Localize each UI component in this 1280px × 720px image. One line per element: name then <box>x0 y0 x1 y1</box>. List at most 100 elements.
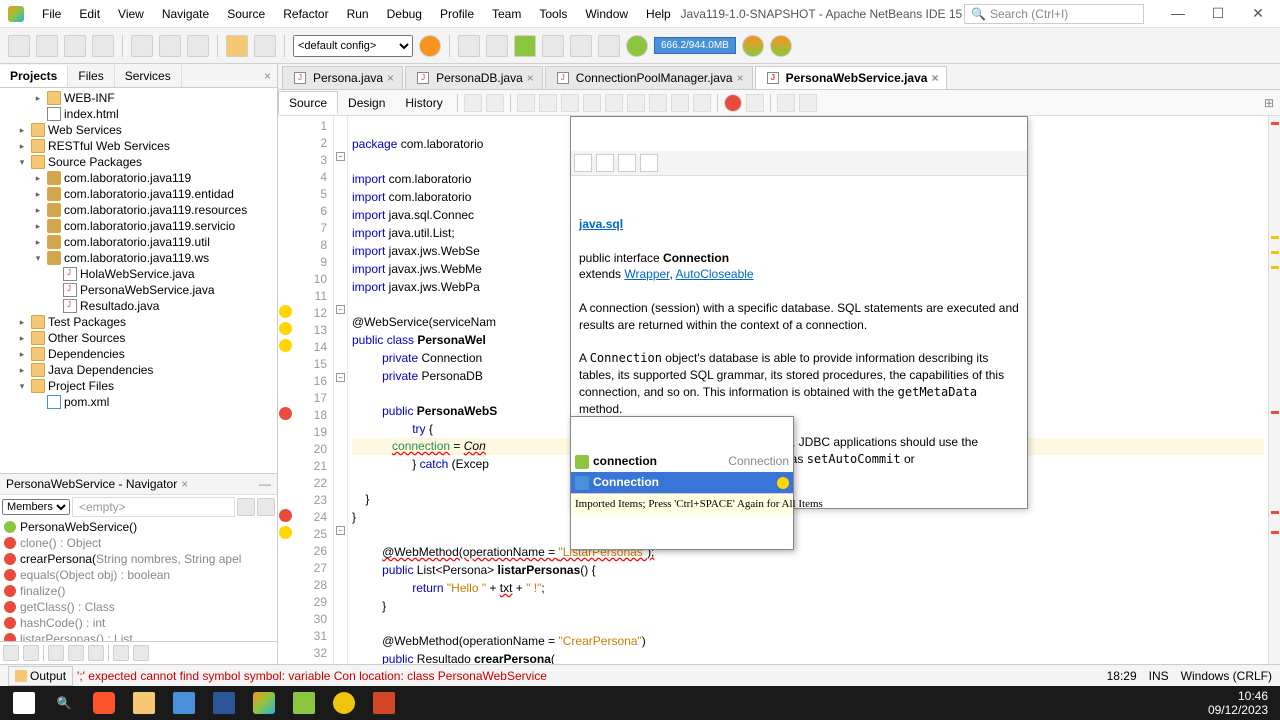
tree-item[interactable]: ▸Web Services <box>0 122 277 138</box>
global-search[interactable]: 🔍 Search (Ctrl+I) <box>964 4 1144 24</box>
tree-item[interactable]: index.html <box>0 106 277 122</box>
menu-file[interactable]: File <box>34 3 69 25</box>
hint-bulb-icon[interactable] <box>279 339 292 352</box>
minimize-button[interactable]: — <box>1164 5 1192 22</box>
menu-team[interactable]: Team <box>484 3 529 25</box>
open-project-button[interactable] <box>64 35 86 57</box>
config-select[interactable]: <default config> <box>293 35 413 57</box>
ed-tool-3[interactable] <box>561 94 579 112</box>
cut-button[interactable] <box>131 35 153 57</box>
menu-help[interactable]: Help <box>638 3 679 25</box>
error-mark[interactable] <box>1271 511 1279 514</box>
hint-bulb-icon[interactable] <box>279 322 292 335</box>
tree-item[interactable]: Resultado.java <box>0 298 277 314</box>
file-tab[interactable]: ConnectionPoolManager.java× <box>545 66 753 89</box>
search-button[interactable]: 🔍 <box>44 688 84 718</box>
undo-button[interactable] <box>226 35 248 57</box>
task-app2[interactable] <box>284 688 324 718</box>
fold-toggle[interactable]: − <box>336 305 345 314</box>
close-button[interactable]: ✕ <box>1244 5 1272 22</box>
output-button[interactable]: Output <box>8 666 73 686</box>
tree-item[interactable]: ▸com.laboratorio.java119.util <box>0 234 277 250</box>
reload-button[interactable] <box>598 35 620 57</box>
run-button[interactable] <box>514 35 536 57</box>
tree-item[interactable]: ▸Dependencies <box>0 346 277 362</box>
system-clock[interactable]: 10:46 09/12/2023 <box>1208 689 1276 718</box>
ed-nav-fwd[interactable] <box>486 94 504 112</box>
tree-item[interactable]: ▾com.laboratorio.java119.ws <box>0 250 277 266</box>
file-tab[interactable]: Persona.java× <box>282 66 403 89</box>
autocloseable-link[interactable]: AutoCloseable <box>676 267 754 281</box>
nav-tool-2[interactable] <box>23 645 39 661</box>
navigator-members-list[interactable]: PersonaWebService()clone() : Objectcrear… <box>0 519 277 641</box>
ed-tool-2[interactable] <box>539 94 557 112</box>
new-file-button[interactable] <box>8 35 30 57</box>
new-project-button[interactable] <box>36 35 58 57</box>
design-tab[interactable]: Design <box>338 92 395 114</box>
jd-back-button[interactable] <box>574 154 592 172</box>
ed-tool-10[interactable] <box>777 94 795 112</box>
tab-close-icon[interactable]: × <box>527 71 534 85</box>
fold-toggle[interactable]: − <box>336 152 345 161</box>
task-powerpoint[interactable] <box>364 688 404 718</box>
gc-button[interactable] <box>742 35 764 57</box>
code-content[interactable]: package com.laboratorio import com.labor… <box>348 116 1268 664</box>
redo-button[interactable] <box>254 35 276 57</box>
navigator-filter-select[interactable]: Members <box>2 499 70 515</box>
hint-bulb-icon[interactable] <box>279 526 292 539</box>
ed-record-macro[interactable] <box>724 94 742 112</box>
error-glyph-icon[interactable] <box>279 407 292 420</box>
ed-tool-9[interactable] <box>693 94 711 112</box>
menu-navigate[interactable]: Navigate <box>154 3 217 25</box>
navigator-sort-button[interactable] <box>257 498 275 516</box>
save-all-button[interactable] <box>92 35 114 57</box>
warning-mark[interactable] <box>1271 236 1279 239</box>
ed-stop-macro[interactable] <box>746 94 764 112</box>
stop-button[interactable] <box>626 35 648 57</box>
proj-tab-projects[interactable]: Projects <box>0 65 68 87</box>
nav-member[interactable]: PersonaWebService() <box>0 519 277 535</box>
task-explorer[interactable] <box>124 688 164 718</box>
hint-bulb-icon[interactable] <box>279 305 292 318</box>
task-app3[interactable] <box>324 688 364 718</box>
copy-button[interactable] <box>159 35 181 57</box>
memory-indicator[interactable]: 666.2/944.0MB <box>654 37 736 54</box>
tree-item[interactable]: ▸Other Sources <box>0 330 277 346</box>
nav-tool-6[interactable] <box>113 645 129 661</box>
fold-toggle[interactable]: − <box>336 526 345 535</box>
tree-item[interactable]: HolaWebService.java <box>0 266 277 282</box>
history-tab[interactable]: History <box>395 92 452 114</box>
menu-tools[interactable]: Tools <box>531 3 575 25</box>
proj-tab-files[interactable]: Files <box>68 65 114 87</box>
editor-body[interactable]: 1234567891011121314151617181920212223242… <box>278 116 1280 664</box>
nav-tool-5[interactable] <box>88 645 104 661</box>
tree-item[interactable]: ▾Source Packages <box>0 154 277 170</box>
navigator-minimize-icon[interactable]: — <box>259 477 271 491</box>
tree-item[interactable]: ▸RESTful Web Services <box>0 138 277 154</box>
navigator-empty-filter[interactable]: <empty> <box>72 497 235 517</box>
tree-item[interactable]: ▸WEB-INF <box>0 90 277 106</box>
menu-profile[interactable]: Profile <box>432 3 482 25</box>
gc-button-2[interactable] <box>770 35 792 57</box>
nav-member[interactable]: hashCode() : int <box>0 615 277 631</box>
ed-tool-1[interactable] <box>517 94 535 112</box>
jd-browser-button[interactable] <box>640 154 658 172</box>
nav-member[interactable]: finalize() <box>0 583 277 599</box>
warning-mark[interactable] <box>1271 266 1279 269</box>
error-mark[interactable] <box>1271 411 1279 414</box>
tree-item[interactable]: ▸com.laboratorio.java119 <box>0 170 277 186</box>
proj-tab-services[interactable]: Services <box>115 65 182 87</box>
menu-refactor[interactable]: Refactor <box>275 3 336 25</box>
javadoc-package-link[interactable]: java.sql <box>579 217 623 231</box>
maximize-button[interactable]: ☐ <box>1204 5 1232 22</box>
error-stripe[interactable] <box>1268 116 1280 664</box>
navigator-filter-button[interactable] <box>237 498 255 516</box>
tree-item[interactable]: pom.xml <box>0 394 277 410</box>
source-tab[interactable]: Source <box>278 91 338 114</box>
ed-tool-4[interactable] <box>583 94 601 112</box>
task-netbeans[interactable] <box>244 688 284 718</box>
menu-window[interactable]: Window <box>577 3 636 25</box>
browser-button[interactable] <box>419 35 441 57</box>
jd-open-button[interactable] <box>618 154 636 172</box>
paste-button[interactable] <box>187 35 209 57</box>
